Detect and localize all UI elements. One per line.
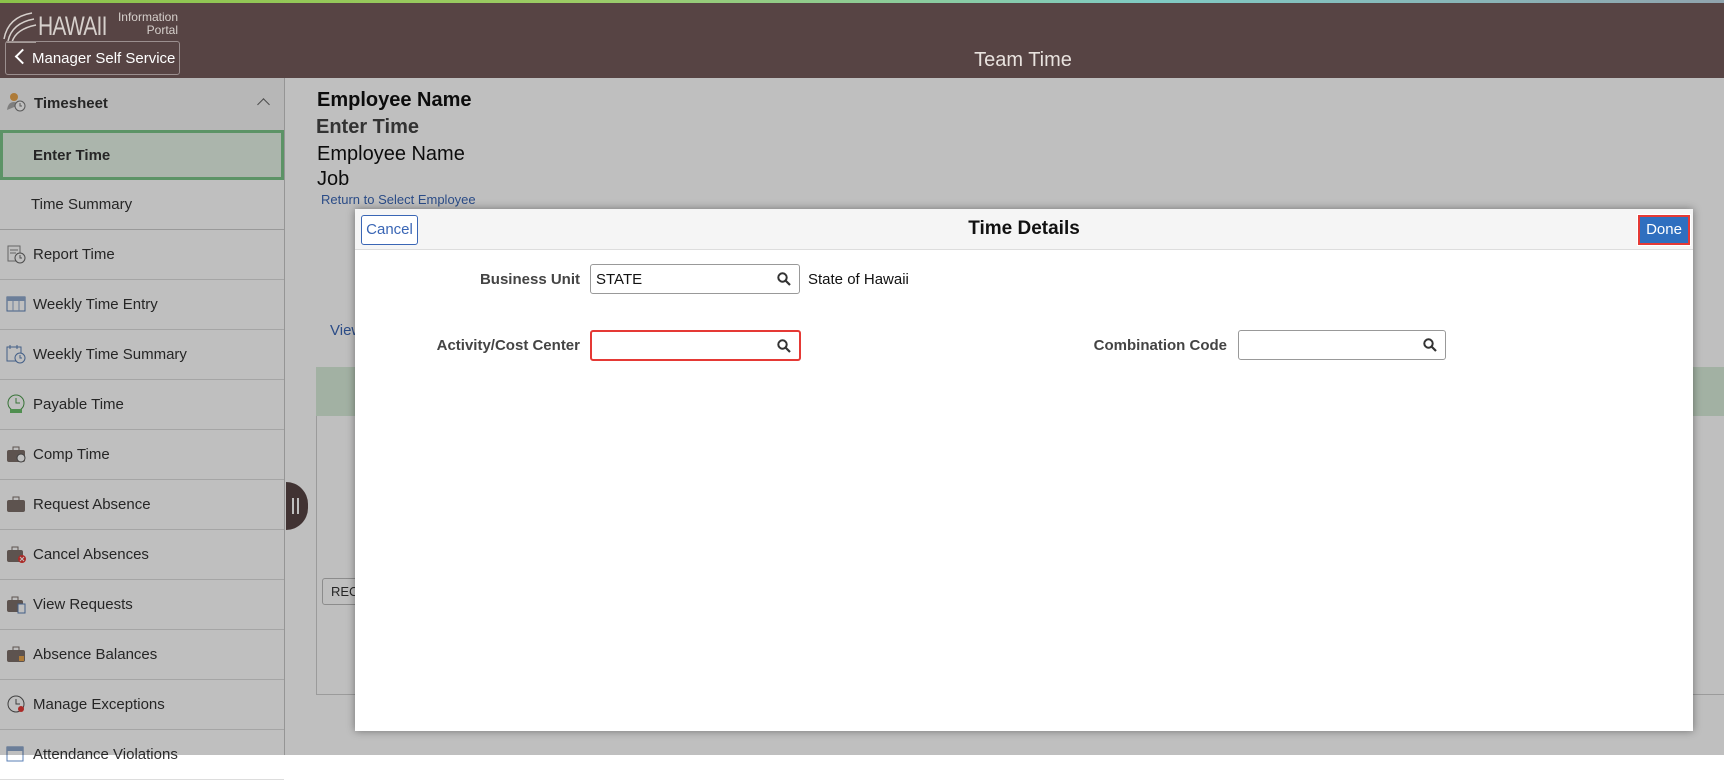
- modal-title: Time Details: [968, 218, 1080, 239]
- hawaii-information-portal-logo[interactable]: HAWAII Information Portal: [2, 7, 182, 43]
- logo-main-text: HAWAII: [38, 11, 107, 41]
- business-unit-description: State of Hawaii: [808, 271, 909, 288]
- done-button[interactable]: Done: [1637, 214, 1691, 246]
- time-details-modal: Time Details Cancel Done Business Unit S…: [355, 209, 1693, 731]
- cancel-button[interactable]: Cancel: [361, 215, 418, 245]
- modal-header: Time Details Cancel Done: [355, 209, 1693, 250]
- activity-cost-center-label: Activity/Cost Center: [436, 337, 580, 354]
- combination-code-label: Combination Code: [1093, 337, 1227, 354]
- search-icon[interactable]: [777, 339, 791, 353]
- activity-cost-center-field[interactable]: [590, 330, 801, 361]
- app-header: HAWAII Information Portal Manager Self S…: [0, 3, 1724, 78]
- combination-code-field[interactable]: [1238, 330, 1446, 360]
- search-icon[interactable]: [1423, 338, 1437, 352]
- page-title: Team Time: [974, 49, 1072, 71]
- search-icon[interactable]: [777, 272, 791, 286]
- business-unit-field[interactable]: STATE: [590, 264, 800, 294]
- logo-sub-text: Information Portal: [117, 10, 178, 37]
- business-unit-label: Business Unit: [479, 271, 580, 288]
- logo-mark-icon: [3, 12, 37, 43]
